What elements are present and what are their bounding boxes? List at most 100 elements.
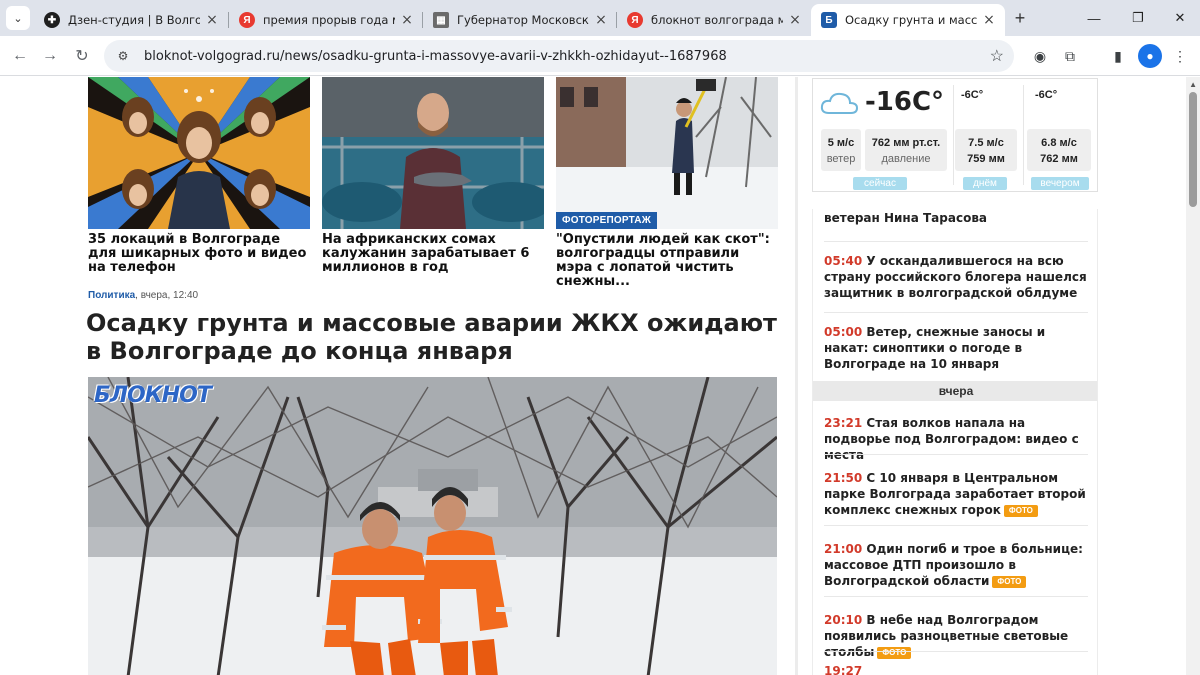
- extension-icon[interactable]: ◉: [1028, 44, 1052, 68]
- weather-widget: -16C° 5 м/с ветер 762 мм рт.ст. давление с…: [812, 78, 1098, 192]
- feed-time: 21:50: [824, 471, 863, 485]
- weather-separator: [1023, 85, 1024, 185]
- feed-time: 20:10: [824, 613, 863, 627]
- arrow-left-icon: ←: [12, 47, 28, 64]
- bookmark-star-icon[interactable]: ☆: [990, 46, 1004, 66]
- weather-day-box: 7.5 м/с 759 мм: [955, 129, 1017, 171]
- cloud-icon: [820, 92, 859, 114]
- feed-item[interactable]: 20:10 В небе над Волгоградом появились р…: [813, 612, 1097, 660]
- close-tab-icon[interactable]: ×: [787, 12, 803, 28]
- feed-divider: [824, 651, 1088, 652]
- related-title[interactable]: На африканских сомах калужанин зарабатыв…: [322, 233, 544, 275]
- weather-evening-box: 6.8 м/с 762 мм: [1027, 129, 1091, 171]
- feed-day-separator: вчера: [813, 381, 1097, 401]
- tab-title: блокнот волгограда мер пр: [651, 13, 783, 27]
- page-viewport: 35 локаций в Волгограде для шикарных фот…: [0, 77, 1200, 675]
- puzzle-extensions-icon[interactable]: ⧉: [1058, 44, 1082, 68]
- tab-1[interactable]: ✚ Дзен-студия | В Волгограде ×: [34, 4, 228, 36]
- related-thumb-snow-shovel: ФОТОРЕПОРТАЖ: [556, 77, 778, 229]
- chevron-down-icon: ⌄: [13, 12, 23, 25]
- related-card-3[interactable]: ФОТОРЕПОРТАЖ "Опустили людей как скот": …: [556, 77, 778, 289]
- weather-now-pressure: 762 мм рт.ст. давление: [865, 129, 947, 171]
- url-text: bloknot-volgograd.ru/news/osadku-grunta-…: [144, 48, 727, 64]
- weather-now-temp: -16C°: [865, 87, 945, 117]
- feed-time: 05:40: [824, 254, 863, 268]
- related-card-1[interactable]: 35 локаций в Волгограде для шикарных фот…: [88, 77, 310, 275]
- side-panel-icon[interactable]: ▮: [1106, 44, 1130, 68]
- feed-divider: [824, 596, 1088, 597]
- favicon-icon: Б: [821, 12, 837, 28]
- favicon-icon: Я: [239, 12, 255, 28]
- address-bar[interactable]: ⚙ bloknot-volgograd.ru/news/osadku-grunt…: [104, 40, 1014, 72]
- tab-5-active[interactable]: Б Осадку грунта и массовые ×: [811, 4, 1005, 36]
- tab-strip: ⌄ ✚ Дзен-студия | В Волгограде × Я преми…: [0, 0, 1200, 36]
- feed-item[interactable]: 21:50 С 10 января в Центральном парке Во…: [813, 470, 1097, 518]
- feed-item[interactable]: 23:21 Стая волков напала на подворье под…: [813, 415, 1097, 463]
- close-tab-icon[interactable]: ×: [399, 12, 415, 28]
- plus-icon: +: [1014, 7, 1026, 28]
- feed-item[interactable]: 19:27: [813, 663, 1097, 675]
- back-button[interactable]: ←: [6, 42, 34, 70]
- forward-button[interactable]: →: [36, 42, 64, 70]
- feed-time: 05:00: [824, 325, 863, 339]
- column-divider: [795, 77, 798, 675]
- related-card-2[interactable]: На африканских сомах калужанин зарабатыв…: [322, 77, 544, 275]
- scroll-up-arrow-icon[interactable]: ▲: [1189, 80, 1197, 89]
- feed-item[interactable]: ветеран Нина Тарасова: [813, 210, 1097, 226]
- weather-now-wind: 5 м/с ветер: [821, 129, 861, 171]
- feed-item[interactable]: 05:40 У оскандалившегося на всю страну р…: [813, 253, 1097, 301]
- restore-icon: ❐: [1132, 10, 1144, 25]
- favicon-icon: ✚: [44, 12, 60, 28]
- profile-avatar-icon[interactable]: ●: [1138, 44, 1162, 68]
- scroll-thumb[interactable]: [1189, 92, 1197, 207]
- feed-time: 23:21: [824, 416, 863, 430]
- tab-title: премия прорыв года моск: [263, 13, 395, 27]
- favicon-icon: Я: [627, 12, 643, 28]
- bloknot-logo: БЛОКНОТ: [94, 383, 212, 408]
- related-title[interactable]: 35 локаций в Волгограде для шикарных фот…: [88, 233, 310, 275]
- feed-divider: [824, 525, 1088, 526]
- minimize-button[interactable]: —: [1074, 4, 1114, 32]
- reload-icon: ↻: [75, 48, 89, 65]
- restore-button[interactable]: ❐: [1118, 4, 1158, 32]
- article-meta: Политика, вчера, 12:40: [88, 290, 198, 301]
- tab-3[interactable]: ▦ Губернатор Московской об ×: [423, 4, 617, 36]
- article-time: , вчера, 12:40: [135, 290, 199, 301]
- close-icon: ✕: [1174, 10, 1186, 25]
- browser-toolbar: ← → ↻ ⚙ bloknot-volgograd.ru/news/osadku…: [0, 36, 1200, 76]
- tab-title: Дзен-студия | В Волгограде: [68, 13, 200, 27]
- weather-day-label: днём: [963, 177, 1007, 190]
- feed-time: 19:27: [824, 664, 863, 675]
- weather-now-label: сейчас: [853, 177, 907, 190]
- menu-kebab-icon[interactable]: ⋮: [1168, 44, 1192, 68]
- tab-2[interactable]: Я премия прорыв года моск ×: [229, 4, 423, 36]
- article-hero-image: БЛОКНОТ: [88, 377, 777, 675]
- site-settings-icon[interactable]: ⚙: [114, 49, 132, 63]
- close-tab-icon[interactable]: ×: [593, 12, 609, 28]
- minimize-icon: —: [1087, 10, 1101, 26]
- favicon-icon: ▦: [433, 12, 449, 28]
- tab-title: Осадку грунта и массовые: [845, 13, 977, 27]
- related-thumb-kaleidoscope: [88, 77, 310, 229]
- related-thumb-fish-farmer: [322, 77, 544, 229]
- feed-item[interactable]: 05:00 Ветер, снежные заносы и накат: син…: [813, 324, 1097, 372]
- close-tab-icon[interactable]: ×: [204, 12, 220, 28]
- article-headline: Осадку грунта и массовые аварии ЖКХ ожид…: [86, 309, 777, 365]
- news-feed: ветеран Нина Тарасова 05:40 У оскандалив…: [812, 209, 1098, 675]
- close-window-button[interactable]: ✕: [1160, 4, 1200, 32]
- feed-time: 21:00: [824, 542, 863, 556]
- photo-badge: ФОТО: [992, 575, 1027, 588]
- article-category-link[interactable]: Политика: [88, 290, 135, 301]
- related-title[interactable]: "Опустили людей как скот": волгоградцы о…: [556, 233, 778, 289]
- new-tab-button[interactable]: +: [1008, 6, 1032, 30]
- feed-divider: [824, 312, 1088, 313]
- photo-badge: ФОТО: [877, 646, 912, 659]
- photo-report-badge: ФОТОРЕПОРТАЖ: [556, 212, 657, 229]
- reload-button[interactable]: ↻: [68, 42, 96, 70]
- close-tab-icon[interactable]: ×: [981, 12, 997, 28]
- feed-item[interactable]: 21:00 Один погиб и трое в больнице: масс…: [813, 541, 1097, 589]
- tab-search-button[interactable]: ⌄: [6, 6, 30, 30]
- tab-title: Губернатор Московской об: [457, 13, 589, 27]
- tab-4[interactable]: Я блокнот волгограда мер пр ×: [617, 4, 811, 36]
- weather-evening-label: вечером: [1031, 177, 1089, 190]
